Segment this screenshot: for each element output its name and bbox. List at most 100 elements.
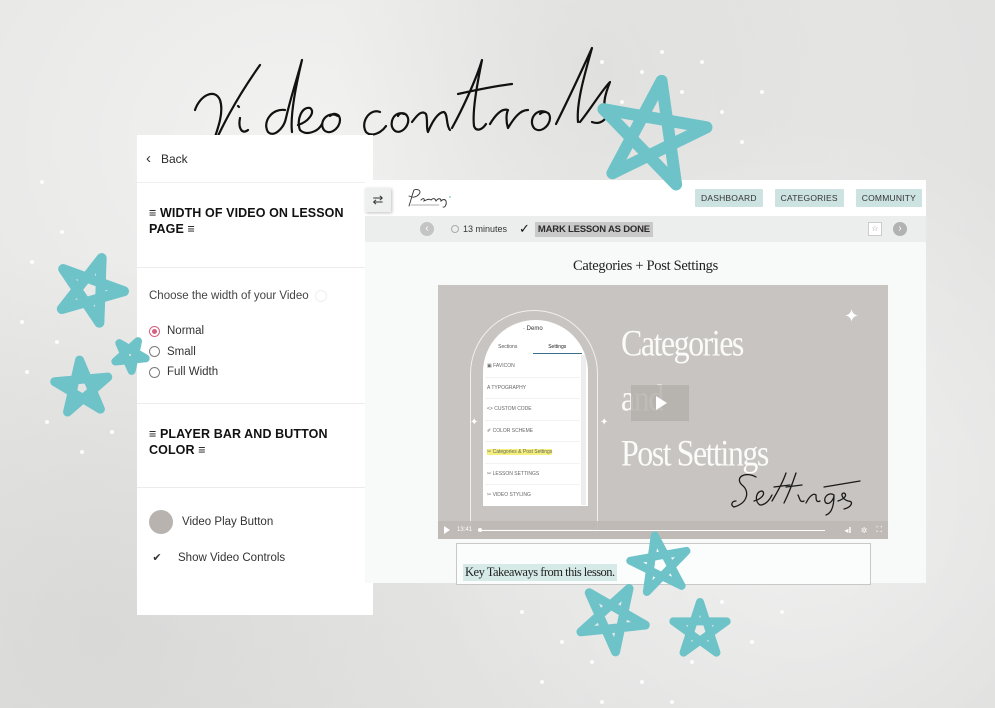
previous-lesson-button[interactable]: ‹ — [420, 222, 434, 236]
sparkle-icon: ✦ — [844, 306, 860, 326]
overlay-title-line: Categories — [621, 321, 744, 364]
width-section-heading: ≡ WIDTH OF VIDEO ON LESSON PAGE ≡ — [149, 206, 344, 236]
nav-community[interactable]: COMMUNITY — [855, 189, 922, 207]
width-choice-text: Choose the width of your Video — [149, 290, 309, 302]
takeaways-text: Key Takeaways from this lesson. — [463, 564, 617, 581]
phone-menu-item: ✂ VIDEO STYLING — [485, 485, 580, 506]
decorative-dot — [80, 450, 84, 454]
radio-small[interactable] — [149, 346, 160, 358]
decorative-dot — [670, 700, 674, 704]
phone-tab-sections: Sections — [498, 344, 518, 350]
seek-knob[interactable] — [478, 527, 483, 532]
volume-icon[interactable]: ◂‖ — [844, 526, 851, 535]
decorative-dot — [110, 430, 114, 434]
chevron-left-icon: ‹ — [146, 150, 151, 167]
site-preview: Penny DASHBOARD CATEGORIES COMMUNITY ⇄ ‹… — [365, 180, 926, 585]
decorative-dot — [55, 340, 59, 344]
phone-menu-item: ▣ FAVICON — [485, 356, 580, 378]
decorative-dot — [780, 610, 784, 614]
show-controls-label: Show Video Controls — [178, 552, 286, 564]
decorative-dot — [40, 180, 44, 184]
site-header: Penny DASHBOARD CATEGORIES COMMUNITY — [365, 180, 926, 216]
video-script-text: Settings — [728, 465, 863, 517]
radio-option-small[interactable]: Small — [149, 342, 361, 363]
phone-tab-settings: Settings — [532, 340, 582, 354]
decorative-dot — [25, 370, 29, 374]
next-lesson-button[interactable]: › — [893, 222, 907, 236]
decorative-dot — [740, 140, 744, 144]
seek-bar[interactable] — [478, 527, 826, 532]
decorative-dot — [30, 260, 34, 264]
mark-lesson-done-button[interactable]: ✓ MARK LESSON AS DONE — [519, 221, 653, 237]
radio-normal[interactable] — [149, 325, 160, 337]
phone-mockup: · Demo Sections Settings ▣ FAVICON A TYPO… — [483, 320, 588, 506]
radio-full-width[interactable] — [149, 366, 160, 378]
show-controls-toggle[interactable]: ✔ Show Video Controls — [149, 551, 361, 565]
script-settings-graphic — [731, 472, 861, 516]
fullscreen-icon[interactable]: ⛶ — [876, 525, 882, 535]
decorative-dot — [20, 320, 24, 324]
decorative-dot — [45, 420, 49, 424]
decorative-dot — [720, 600, 724, 604]
decorative-dot — [640, 680, 644, 684]
phone-menu-item: <> CUSTOM CODE — [485, 399, 580, 421]
takeaways-box: Key Takeaways from this lesson. — [456, 543, 871, 585]
duration-text: 13 minutes — [463, 224, 508, 234]
phone-menu-item-label: A TYPOGRAPHY — [487, 384, 527, 391]
width-choice-label: Choose the width of your Video — [149, 290, 361, 302]
color-swatch[interactable] — [149, 510, 173, 534]
sparkle-icon: ✦ — [600, 417, 609, 428]
phone-menu-item-label: <> CUSTOM CODE — [487, 406, 532, 413]
sparkle-icon: ✦ — [470, 417, 479, 428]
checkmark-icon: ✓ — [519, 221, 530, 236]
decorative-dot — [750, 640, 754, 644]
site-logo[interactable]: Penny — [405, 186, 465, 212]
phone-menu-item-label: ▣ FAVICON — [487, 363, 515, 370]
phone-menu-item: ✂ LESSON SETTINGS — [485, 464, 580, 485]
phone-menu: ▣ FAVICON A TYPOGRAPHY <> CUSTOM CODE ✐ COL… — [485, 356, 580, 506]
width-options-section: Choose the width of your Video Normal Sm… — [137, 268, 373, 404]
width-radio-group: Normal Small Full Width — [149, 321, 361, 383]
radio-normal-label: Normal — [167, 325, 205, 338]
swap-view-button[interactable]: ⇄ — [365, 188, 391, 212]
play-button-color-picker[interactable]: Video Play Button — [149, 510, 361, 534]
phone-menu-item: ✐ COLOR SCHEME — [485, 421, 580, 442]
nav-categories[interactable]: CATEGORIES — [774, 189, 844, 207]
player-color-section: Video Play Button ✔ Show Video Controls — [137, 488, 373, 565]
phone-scrollbar — [581, 355, 586, 505]
width-section-header[interactable]: ≡ WIDTH OF VIDEO ON LESSON PAGE ≡ — [137, 183, 373, 268]
settings-gear-icon[interactable]: ✲ — [861, 526, 868, 535]
back-button[interactable]: ‹ Back — [137, 135, 373, 183]
radio-option-normal[interactable]: Normal — [149, 321, 361, 342]
lesson-bar: ‹ 13 minutes ✓ MARK LESSON AS DONE ☆ › — [365, 216, 926, 242]
decorative-dot — [690, 660, 694, 664]
decorative-dot — [620, 100, 624, 104]
decorative-dot — [640, 70, 644, 74]
clock-icon — [451, 225, 459, 233]
lesson-duration: 13 minutes — [451, 224, 507, 234]
play-icon[interactable] — [444, 526, 450, 534]
decorative-dot — [560, 640, 564, 644]
video-play-button[interactable] — [631, 385, 689, 421]
player-color-section-header[interactable]: ≡ PLAYER BAR AND BUTTON COLOR ≡ — [137, 404, 373, 488]
decorative-dot — [720, 110, 724, 114]
logo-graphic — [408, 189, 451, 208]
decorative-dot — [70, 300, 74, 304]
decorative-dot — [60, 230, 64, 234]
nav-dashboard[interactable]: DASHBOARD — [695, 189, 763, 207]
settings-panel: ‹ Back ≡ WIDTH OF VIDEO ON LESSON PAGE ≡… — [137, 135, 373, 615]
radio-option-full-width[interactable]: Full Width — [149, 362, 361, 383]
decorative-dot — [600, 700, 604, 704]
video-player[interactable]: · Demo Sections Settings ▣ FAVICON A TYPO… — [438, 285, 888, 539]
current-time: 13:41 — [457, 527, 473, 533]
video-controls-bar: 13:41 ◂‖ ✲ ⛶ — [438, 521, 888, 539]
checkmark-icon[interactable]: ✔ — [150, 551, 164, 565]
site-nav: DASHBOARD CATEGORIES COMMUNITY — [695, 189, 922, 207]
help-icon[interactable] — [314, 290, 327, 302]
phone-menu-item: ✂ Categories & Post Settings — [485, 442, 580, 464]
decorative-dot — [680, 90, 684, 94]
bookmark-star-button[interactable]: ☆ — [868, 222, 882, 236]
phone-menu-item: A TYPOGRAPHY — [485, 378, 580, 399]
phone-tabs: Sections Settings — [483, 340, 582, 354]
mark-done-label: MARK LESSON AS DONE — [534, 221, 653, 237]
